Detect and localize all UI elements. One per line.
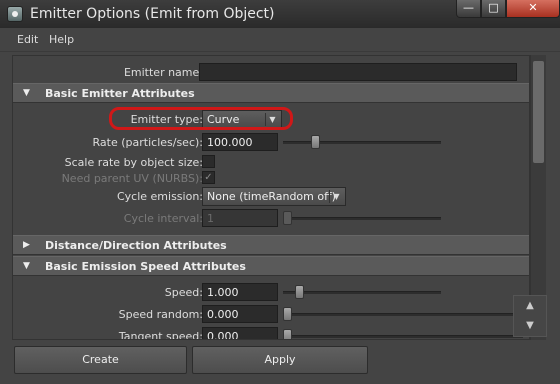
minimize-button[interactable]: —	[456, 0, 481, 18]
rate-input[interactable]: 100.000	[202, 133, 278, 151]
emitter-type-highlight	[109, 107, 293, 130]
tangent-speed-slider-thumb[interactable]	[283, 329, 292, 339]
speed-label: Speed:	[164, 286, 203, 299]
need-parent-uv-row: Need parent UV (NURBS): ✓	[13, 168, 529, 188]
window-title: Emitter Options (Emit from Object)	[30, 6, 275, 22]
apply-button[interactable]: Apply	[192, 346, 368, 374]
speed-random-label: Speed random:	[118, 308, 203, 321]
scroll-up-icon[interactable]: ▲	[514, 296, 546, 316]
options-panel: Emitter name: ▼ Basic Emitter Attributes…	[12, 55, 530, 340]
speed-input[interactable]: 1.000	[202, 283, 278, 301]
rate-slider-thumb[interactable]	[311, 135, 320, 149]
menu-edit[interactable]: Edit	[17, 33, 38, 46]
speed-slider-thumb[interactable]	[295, 285, 304, 299]
close-button[interactable]: ✕	[506, 0, 560, 18]
maximize-button[interactable]: □	[481, 0, 506, 18]
emitter-name-label: Emitter name:	[123, 66, 203, 79]
scroll-arrows[interactable]: ▲ ▼	[513, 295, 547, 337]
cycle-interval-label: Cycle interval:	[123, 212, 203, 225]
need-parent-uv-label: Need parent UV (NURBS):	[61, 172, 203, 185]
button-bar: Create Apply	[0, 344, 560, 384]
speed-random-row: Speed random: 0.000	[13, 304, 529, 324]
scrollbar-thumb[interactable]	[533, 61, 544, 163]
tangent-speed-label: Tangent speed:	[118, 330, 203, 340]
tangent-speed-slider[interactable]	[283, 335, 523, 338]
section-basic-emitter[interactable]: ▼ Basic Emitter Attributes	[13, 83, 529, 103]
need-parent-uv-checkbox[interactable]: ✓	[202, 171, 215, 184]
cycle-emission-value: None (timeRandom off)	[207, 190, 336, 203]
collapse-arrow-icon: ▼	[23, 88, 30, 98]
speed-slider[interactable]	[283, 291, 441, 294]
create-button[interactable]: Create	[14, 346, 187, 374]
tangent-speed-input[interactable]: 0.000	[202, 327, 278, 339]
collapse-arrow-icon: ▼	[23, 261, 30, 271]
cycle-interval-slider-thumb[interactable]	[283, 211, 292, 225]
menu-bar: Edit Help	[0, 28, 560, 52]
rate-slider[interactable]	[283, 141, 441, 144]
emitter-name-row: Emitter name:	[13, 62, 529, 82]
emitter-name-input[interactable]	[199, 63, 517, 81]
cycle-emission-row: Cycle emission: None (timeRandom off) ▼	[13, 186, 529, 206]
speed-random-input[interactable]: 0.000	[202, 305, 278, 323]
cycle-emission-dropdown[interactable]: None (timeRandom off) ▼	[202, 187, 346, 206]
expand-arrow-icon: ▶	[23, 240, 30, 250]
speed-row: Speed: 1.000	[13, 282, 529, 302]
section-distance-direction[interactable]: ▶ Distance/Direction Attributes	[13, 235, 529, 255]
cycle-emission-label: Cycle emission:	[116, 190, 203, 203]
app-icon	[7, 6, 23, 22]
chevron-down-icon: ▼	[329, 190, 343, 203]
cycle-interval-slider[interactable]	[283, 217, 441, 220]
section-title: Distance/Direction Attributes	[45, 239, 227, 252]
section-basic-emission-speed[interactable]: ▼ Basic Emission Speed Attributes	[13, 256, 529, 276]
title-bar: Emitter Options (Emit from Object) — □ ✕	[0, 0, 560, 28]
section-title: Basic Emitter Attributes	[45, 87, 195, 100]
scroll-down-icon[interactable]: ▼	[514, 316, 546, 336]
rate-row: Rate (particles/sec): 100.000	[13, 132, 529, 152]
menu-help[interactable]: Help	[49, 33, 74, 46]
speed-random-slider[interactable]	[283, 313, 523, 316]
speed-random-slider-thumb[interactable]	[283, 307, 292, 321]
tangent-speed-row: Tangent speed: 0.000	[13, 326, 529, 340]
scale-rate-checkbox[interactable]	[202, 155, 215, 168]
section-title: Basic Emission Speed Attributes	[45, 260, 246, 273]
rate-label: Rate (particles/sec):	[92, 136, 203, 149]
cycle-interval-input[interactable]: 1	[202, 209, 278, 227]
cycle-interval-row: Cycle interval: 1	[13, 208, 529, 228]
